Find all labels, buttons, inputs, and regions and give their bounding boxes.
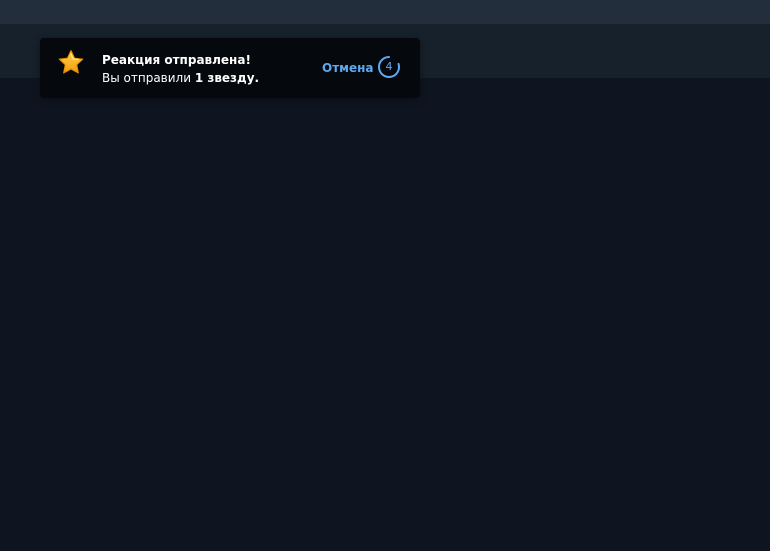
countdown-timer: 4 (377, 55, 401, 79)
reaction-sent-toast: Реакция отправлена! Вы отправили 1 звезд… (40, 38, 420, 98)
toast-body: Вы отправили 1 звезду. (102, 69, 259, 87)
star-icon (56, 48, 86, 78)
chat-area (0, 78, 770, 551)
toast-body-prefix: Вы отправили (102, 71, 195, 85)
toast-message: Реакция отправлена! Вы отправили 1 звезд… (102, 51, 259, 87)
toast-body-count: 1 звезду. (194, 71, 260, 85)
countdown-number: 4 (385, 60, 393, 73)
top-bar (0, 0, 770, 24)
undo-button[interactable]: Отмена (322, 59, 374, 77)
toast-title: Реакция отправлена! (102, 53, 251, 67)
